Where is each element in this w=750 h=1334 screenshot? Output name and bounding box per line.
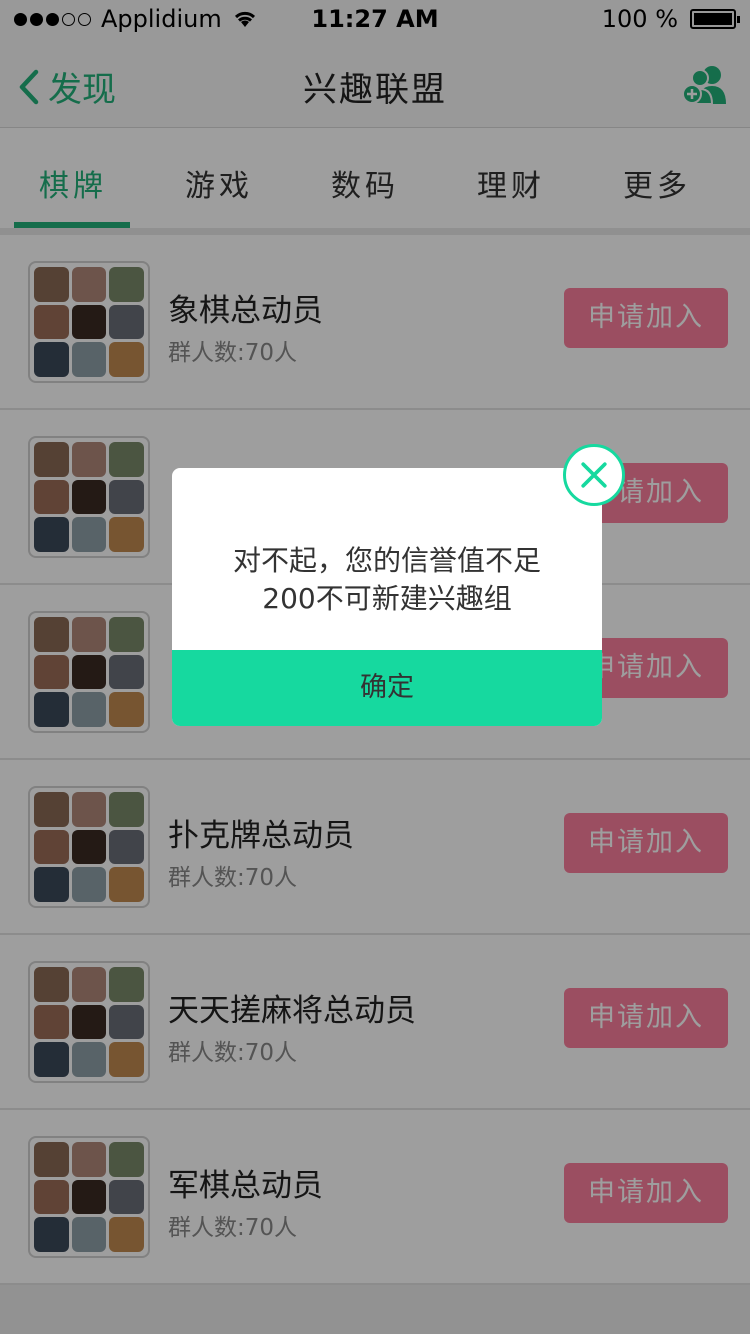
close-icon[interactable] — [563, 444, 625, 506]
dialog-message-line2: 200不可新建兴趣组 — [262, 582, 512, 615]
alert-dialog: 对不起，您的信誉值不足 200不可新建兴趣组 确定 — [172, 468, 602, 726]
dialog-message: 对不起，您的信誉值不足 200不可新建兴趣组 — [172, 542, 602, 618]
confirm-button[interactable]: 确定 — [172, 650, 602, 726]
dialog-message-line1: 对不起，您的信誉值不足 — [232, 544, 541, 577]
